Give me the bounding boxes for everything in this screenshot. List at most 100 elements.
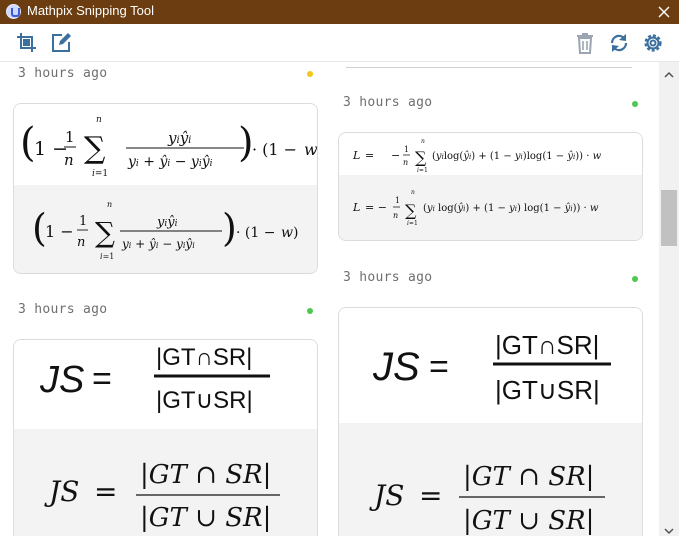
svg-text:i=1: i=1 (100, 252, 114, 261)
history-item-card[interactable]: ( 1 − 1 n n ∑ i=1 yiŷi yi + ŷi − yiŷi ) … (13, 103, 318, 274)
delete-button[interactable] (573, 31, 597, 55)
svg-text:yiŷi: yiŷi (167, 129, 191, 147)
rendered-math-formula: L = − 1 n n ∑ i=1 (yi log(ŷi) + (1 − yi)… (352, 189, 599, 227)
edit-button[interactable] (49, 31, 73, 55)
svg-text:=: = (429, 348, 449, 386)
snip-image: L = − 1 n n ∑ i=1 (yilog(ŷi) + (1 − yi)l… (339, 133, 642, 175)
svg-text:): ) (316, 140, 318, 159)
svg-text:yi + ŷi − yiŷi: yi + ŷi − yiŷi (121, 237, 195, 251)
svg-text:1: 1 (65, 128, 75, 146)
snip-math: L = − 1 n n ∑ i=1 (yilog(ŷi) + (1 − yi)l… (352, 138, 602, 174)
svg-text:w: w (281, 225, 293, 241)
history-item-card[interactable]: L = − 1 n n ∑ i=1 (yilog(ŷi) + (1 − yi)l… (338, 132, 643, 241)
svg-text:(yilog(ŷi) + (1 − yi)log(1 − ŷ: (yilog(ŷi) + (1 − yi)log(1 − ŷi)) · w (432, 151, 602, 162)
svg-text:n: n (107, 200, 112, 209)
snip-image: ( 1 − 1 n n ∑ i=1 yiŷi yi + ŷi − yiŷi ) … (14, 104, 317, 185)
snip-image: JS = |GT∩SR| |GT∪SR| (14, 340, 317, 429)
rendered-math-formula: JS = |GT ∩ SR| |GT ∪ SR| (369, 462, 605, 536)
trash-icon (577, 33, 593, 54)
scroll-up-button[interactable] (663, 66, 675, 78)
svg-text:1 −: 1 − (34, 138, 68, 160)
svg-text:i=1: i=1 (92, 169, 108, 179)
settings-icon (644, 34, 662, 52)
snip-math: JS = |GT∩SR| |GT∪SR| (39, 344, 270, 414)
scrollbar-thumb[interactable] (661, 190, 677, 246)
svg-text:1: 1 (395, 196, 400, 205)
window-title: Mathpix Snipping Tool (27, 3, 154, 18)
svg-text:i=1: i=1 (407, 220, 418, 227)
svg-text:n: n (403, 158, 408, 167)
close-icon (658, 6, 670, 18)
svg-text:i=1: i=1 (417, 167, 428, 174)
history-timestamp: 3 hours ago (343, 270, 433, 285)
scroll-down-button[interactable] (663, 522, 675, 535)
svg-text:L: L (352, 201, 360, 214)
history-list[interactable]: 3 hours ago ( 1 − 1 n n ∑ i=1 yiŷi yi + … (0, 62, 659, 536)
chevron-up-icon (664, 71, 674, 78)
history-timestamp: 3 hours ago (343, 95, 433, 110)
settings-button[interactable] (641, 31, 665, 55)
svg-text:n: n (96, 115, 102, 125)
rendered-math-formula: ( 1 − 1 n n ∑ i=1 yiŷi yi + ŷi − yiŷi ) … (32, 200, 298, 261)
svg-text:1 −: 1 − (45, 222, 74, 241)
title-bar: Mathpix Snipping Tool (0, 0, 679, 24)
svg-text:JS: JS (44, 475, 79, 508)
history-timestamp: 3 hours ago (18, 66, 108, 81)
svg-text:): ) (222, 206, 237, 250)
svg-text:L: L (352, 149, 360, 162)
svg-text:=: = (365, 149, 374, 162)
svg-text:n: n (64, 151, 74, 169)
svg-text:1: 1 (79, 214, 87, 229)
svg-text:· (1 −: · (1 − (252, 140, 297, 159)
svg-text:JS: JS (372, 345, 420, 389)
svg-text:yi + ŷi − yiŷi: yi + ŷi − yiŷi (127, 153, 213, 170)
svg-text:∑: ∑ (405, 201, 417, 220)
svg-text:|GT∪SR|: |GT∪SR| (156, 387, 253, 414)
vertical-scrollbar[interactable] (659, 62, 679, 536)
svg-text:n: n (393, 211, 398, 220)
svg-text:=: = (94, 475, 117, 508)
svg-text:=: = (419, 479, 442, 512)
toolbar (0, 24, 679, 62)
history-item-card[interactable]: JS = |GT∩SR| |GT∪SR| JS = |GT ∩ SR| |GT … (13, 339, 318, 536)
svg-text:|GT∩SR|: |GT∩SR| (156, 344, 252, 371)
svg-text:JS: JS (369, 479, 404, 512)
svg-text:∑: ∑ (415, 148, 427, 167)
rendered-math: JS = |GT ∩ SR| |GT ∪ SR| (14, 429, 317, 536)
svg-text:yiŷi: yiŷi (156, 215, 178, 230)
card-edge-divider (346, 67, 632, 68)
svg-text:1: 1 (404, 145, 409, 154)
svg-text:n: n (77, 235, 85, 250)
svg-text:|GT ∩ SR|: |GT ∩ SR| (140, 460, 271, 490)
screenshot-crop-button[interactable] (15, 31, 39, 55)
status-dot-green (307, 308, 313, 314)
svg-text:∑: ∑ (84, 131, 106, 166)
svg-text:=: = (92, 360, 112, 398)
svg-text:|GT ∪ SR|: |GT ∪ SR| (140, 503, 271, 533)
sync-button[interactable] (607, 31, 631, 55)
sync-icon (610, 34, 628, 52)
svg-text:(yi log(ŷi) + (1 − yi) log(1 −: (yi log(ŷi) + (1 − yi) log(1 − ŷi)) · w (423, 203, 599, 214)
close-button[interactable] (653, 1, 675, 23)
svg-text:|GT ∪ SR|: |GT ∪ SR| (463, 506, 594, 536)
svg-text:JS: JS (39, 359, 84, 401)
mathpix-logo-icon (6, 4, 21, 19)
svg-text:−: − (391, 149, 400, 162)
snip-math: JS = |GT∩SR| |GT∪SR| (372, 330, 611, 405)
status-dot-green (632, 101, 638, 107)
svg-text:|GT ∩ SR|: |GT ∩ SR| (463, 462, 594, 492)
snip-math: ( 1 − 1 n n ∑ i=1 yiŷi yi + ŷi − yiŷi ) … (20, 115, 318, 179)
svg-text:· (1 −: · (1 − (236, 225, 275, 241)
svg-text:∑: ∑ (95, 216, 115, 249)
snip-image: JS = |GT∩SR| |GT∪SR| (339, 308, 642, 423)
svg-text:|GT∪SR|: |GT∪SR| (495, 375, 600, 405)
history-item-card[interactable]: JS = |GT∩SR| |GT∪SR| JS = |GT ∩ SR| |GT … (338, 307, 643, 536)
status-dot-green (632, 276, 638, 282)
screenshot-crop-icon (17, 33, 36, 52)
svg-text:): ) (293, 225, 298, 241)
rendered-math: ( 1 − 1 n n ∑ i=1 yiŷi yi + ŷi − yiŷi ) … (14, 185, 317, 273)
svg-text:n: n (411, 189, 415, 196)
rendered-math: JS = |GT ∩ SR| |GT ∪ SR| (339, 423, 642, 536)
rendered-math: L = − 1 n n ∑ i=1 (yi log(ŷi) + (1 − yi)… (339, 175, 642, 240)
edit-icon (52, 33, 71, 52)
